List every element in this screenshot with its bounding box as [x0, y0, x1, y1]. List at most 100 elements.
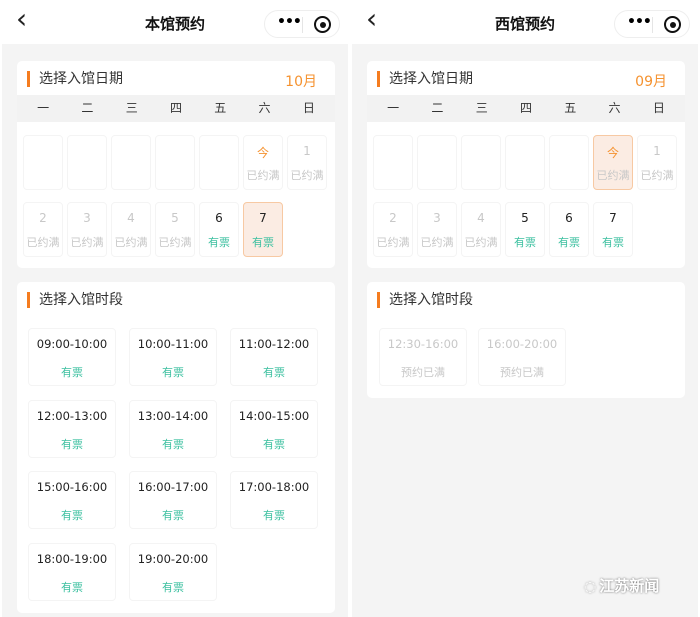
slot-status: 有票	[162, 437, 184, 451]
time-slot[interactable]: 10:00-11:00 有票	[129, 328, 217, 386]
day-cell[interactable]: 5 有票	[505, 202, 545, 257]
weekday-label: 一	[37, 101, 50, 115]
time-slot[interactable]: 19:00-20:00 有票	[129, 542, 217, 601]
day-number: 1	[303, 144, 311, 158]
time-slot: 12:30-16:00 预约已满	[379, 328, 467, 386]
slot-time: 11:00-12:00	[238, 337, 310, 351]
empty-day-cell	[505, 135, 545, 190]
weekday-label: 二	[81, 101, 94, 115]
slot-time: 13:00-14:00	[137, 408, 209, 423]
day-cell: 1 已约满	[637, 135, 677, 190]
slot-status: 有票	[263, 366, 285, 379]
day-number: 今	[256, 146, 269, 160]
wechat-icon: ◌	[584, 579, 597, 595]
empty-day-cell	[23, 135, 63, 190]
slot-status: 有票	[61, 366, 83, 379]
slot-time: 14:00-15:00	[238, 408, 310, 423]
day-cell: 1 已约满	[287, 135, 327, 190]
time-section-title: 选择入馆时段	[27, 292, 123, 308]
time-slot[interactable]: 14:00-15:00 有票	[230, 399, 318, 458]
day-status: 已约满	[26, 236, 60, 249]
slot-status: 有票	[61, 509, 83, 522]
day-cell: 4 已约满	[111, 202, 151, 257]
weekday-label: 四	[519, 101, 532, 115]
time-card: 选择入馆时段 12:30-16:00 预约已满 16:00-20:00 预约已满	[367, 282, 685, 398]
day-status: 已约满	[376, 236, 410, 249]
slot-status: 有票	[61, 580, 83, 594]
day-cell: 今已约满	[243, 135, 283, 190]
day-status: 已约满	[290, 169, 324, 182]
slot-time: 10:00-11:00	[137, 337, 209, 351]
day-cell[interactable]: 6 有票	[549, 202, 589, 257]
day-number: 3	[433, 211, 441, 225]
day-number: 5	[171, 211, 179, 225]
slot-time: 17:00-18:00	[238, 480, 310, 494]
empty-day-cell	[67, 135, 107, 190]
slot-time: 18:00-19:00	[36, 551, 108, 566]
day-cell: 4 已约满	[461, 202, 501, 257]
slot-status: 有票	[162, 580, 184, 594]
close-target-icon[interactable]	[664, 16, 681, 33]
empty-day-cell	[199, 135, 239, 190]
mini-program-capsule: •••	[614, 10, 690, 38]
weekday-label: 日	[302, 101, 315, 115]
day-number: 1	[653, 144, 661, 158]
slot-status: 有票	[162, 509, 184, 522]
month-label: 09月	[635, 74, 667, 90]
slot-time: 15:00-16:00	[36, 480, 108, 494]
day-cell: 2 已约满	[23, 202, 63, 257]
time-slot: 16:00-20:00 预约已满	[478, 328, 566, 386]
weekday-label: 五	[564, 101, 577, 115]
time-slot[interactable]: 15:00-16:00 有票	[28, 471, 116, 529]
day-number: 2	[389, 211, 397, 225]
weekday-label: 五	[214, 101, 227, 115]
day-cell[interactable]: 7 有票	[593, 202, 633, 257]
time-slot[interactable]: 12:00-13:00 有票	[28, 399, 116, 458]
empty-day-cell	[111, 135, 151, 190]
date-section-title: 选择入馆日期	[377, 71, 473, 87]
day-status: 已约满	[70, 236, 104, 249]
time-card: 选择入馆时段 09:00-10:00 有票 10:00-11:00 有票 11:00-12…	[17, 282, 335, 613]
slot-time: 19:00-20:00	[137, 551, 209, 566]
time-slot[interactable]: 16:00-17:00 有票	[129, 471, 217, 529]
day-status: 已约满	[464, 236, 498, 249]
close-target-icon[interactable]	[314, 16, 331, 33]
empty-day-cell	[417, 135, 457, 190]
slot-time: 12:30-16:00	[387, 337, 459, 351]
more-menu-icon[interactable]: •••	[277, 14, 302, 30]
day-cell[interactable]: 6 有票	[199, 202, 239, 257]
day-number: 7	[609, 211, 617, 225]
day-status: 已约满	[640, 169, 674, 182]
weekday-header: 一二三四五六日	[367, 95, 685, 122]
day-number: 2	[39, 211, 47, 225]
nav-header: ‹ 本馆预约 •••	[2, 0, 348, 44]
weekday-label: 一	[387, 101, 400, 115]
mini-program-capsule: •••	[264, 10, 340, 38]
time-slot[interactable]: 17:00-18:00 有票	[230, 471, 318, 529]
time-slot[interactable]: 09:00-10:00 有票	[28, 328, 116, 386]
day-cell: 3 已约满	[417, 202, 457, 257]
watermark: ◌ 江苏新闻	[584, 577, 660, 595]
weekday-label: 日	[652, 101, 665, 115]
slot-status: 有票	[263, 509, 285, 522]
slot-status: 预约已满	[401, 366, 445, 379]
slot-status: 预约已满	[500, 366, 544, 379]
day-cell[interactable]: 7 有票	[243, 202, 283, 257]
time-slot[interactable]: 11:00-12:00 有票	[230, 328, 318, 386]
date-card: 选择入馆日期 09月一二三四五六日今已约满 1 已约满 2 已约满 3 已约满 4 已约满 5 有票 6…	[367, 61, 685, 268]
weekday-label: 三	[475, 101, 488, 115]
day-status: 已约满	[114, 236, 148, 249]
day-number: 7	[259, 211, 267, 225]
day-status: 有票	[252, 236, 274, 249]
day-status: 已约满	[420, 236, 454, 249]
day-status: 有票	[208, 236, 230, 249]
day-status: 有票	[558, 236, 580, 249]
more-menu-icon[interactable]: •••	[627, 14, 652, 30]
time-slot[interactable]: 13:00-14:00 有票	[129, 399, 217, 458]
time-slot[interactable]: 18:00-19:00 有票	[28, 542, 116, 601]
slot-status: 有票	[61, 437, 83, 451]
weekday-label: 六	[608, 101, 621, 115]
slot-status: 有票	[263, 437, 285, 451]
day-cell: 3 已约满	[67, 202, 107, 257]
month-label: 10月	[285, 74, 317, 90]
